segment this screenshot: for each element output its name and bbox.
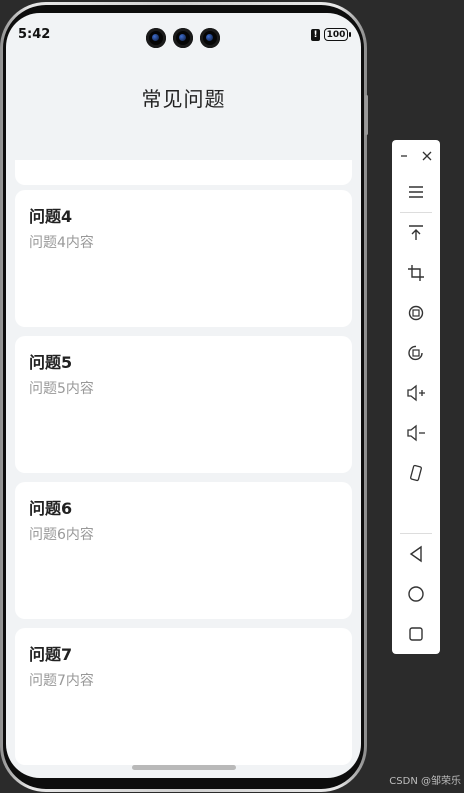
pin-top-icon[interactable] (392, 216, 440, 250)
status-time: 5:42 (18, 27, 51, 42)
minimize-icon[interactable] (394, 145, 414, 167)
faq-content: 问题6内容 (29, 527, 94, 543)
rotate-right-icon[interactable] (392, 336, 440, 370)
faq-content: 问题7内容 (29, 673, 94, 689)
faq-title: 问题6 (29, 499, 73, 518)
faq-card[interactable]: 问题4 问题4内容 (15, 190, 352, 327)
front-camera-icon (146, 28, 166, 48)
faq-content: 问题5内容 (29, 381, 94, 397)
close-icon[interactable] (417, 145, 437, 167)
volume-down-icon[interactable] (392, 416, 440, 450)
faq-card[interactable]: 问题5 问题5内容 (15, 336, 352, 473)
overview-icon[interactable] (392, 617, 440, 651)
back-icon[interactable] (392, 537, 440, 571)
rotate-left-icon[interactable] (392, 296, 440, 330)
status-bar: 5:42 ! 100 (6, 13, 361, 59)
faq-content: 问题4内容 (29, 235, 94, 251)
app-screen: 5:42 ! 100 常见问题 问题4 问题4内容 问题5 问题5内容 问题6 … (6, 13, 361, 778)
home-indicator[interactable] (132, 765, 236, 770)
front-camera-icon (200, 28, 220, 48)
front-camera-icon (173, 28, 193, 48)
battery-icon: 100 (324, 28, 351, 41)
faq-card[interactable]: 问题7 问题7内容 (15, 628, 352, 765)
toolbar-divider (400, 212, 432, 213)
volume-up-icon[interactable] (392, 376, 440, 410)
faq-list[interactable]: 问题4 问题4内容 问题5 问题5内容 问题6 问题6内容 问题7 问题7内容 (15, 160, 352, 778)
volume-side-button (365, 95, 368, 135)
home-icon[interactable] (392, 577, 440, 611)
crop-icon[interactable] (392, 256, 440, 290)
toolbar-divider (400, 533, 432, 534)
page-title: 常见问题 (141, 87, 226, 111)
faq-card-partial[interactable] (15, 160, 352, 185)
faq-card[interactable]: 问题6 问题6内容 (15, 482, 352, 619)
faq-title: 问题7 (29, 645, 73, 664)
alert-icon: ! (311, 29, 320, 41)
menu-icon[interactable] (392, 175, 440, 209)
faq-title: 问题4 (29, 207, 73, 226)
watermark: CSDN @邹荣乐 (389, 776, 461, 787)
emulator-toolbar (392, 140, 440, 654)
shake-icon[interactable] (392, 456, 440, 490)
faq-title: 问题5 (29, 353, 73, 372)
